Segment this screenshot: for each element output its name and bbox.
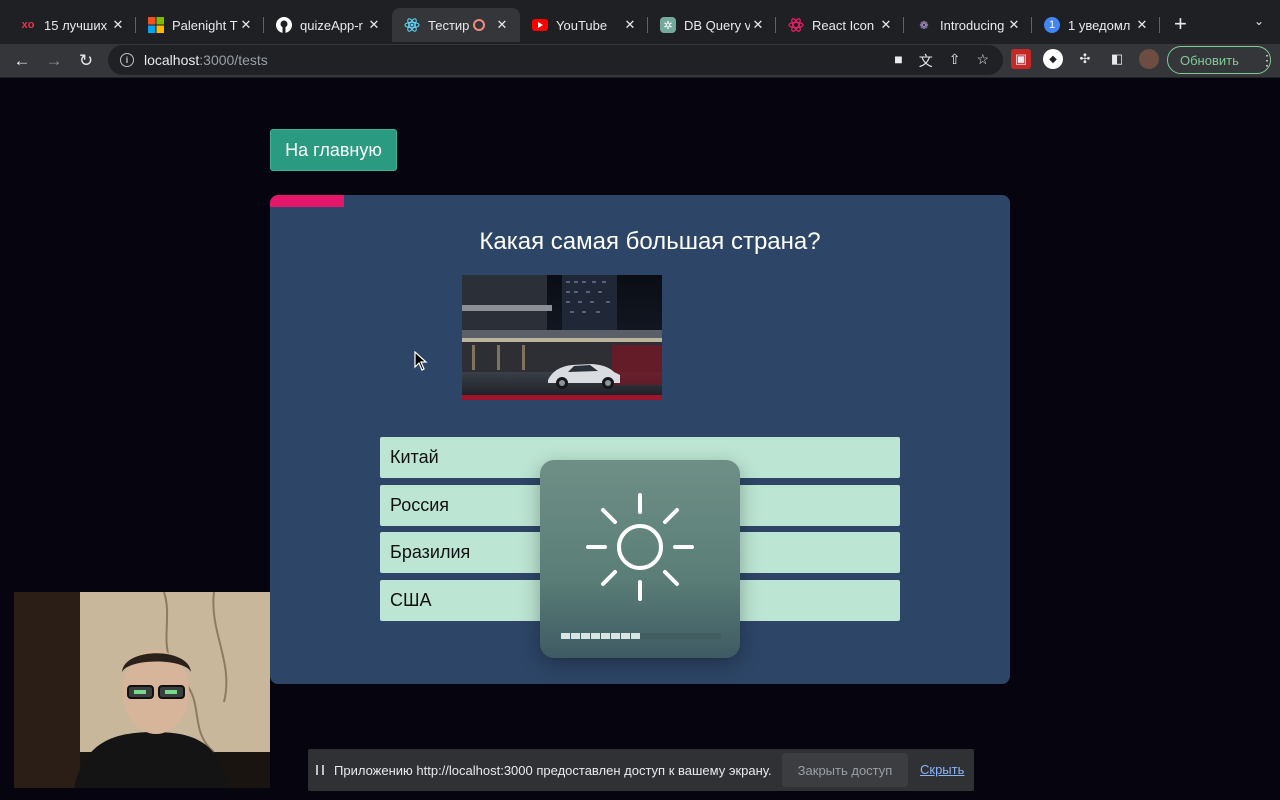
sidepanel-icon[interactable]: ◧: [1107, 49, 1127, 69]
question-image: [462, 275, 662, 400]
brightness-level-segment: [571, 633, 580, 639]
brightness-level-segment: [581, 633, 590, 639]
extension-red-icon[interactable]: ▣: [1011, 49, 1031, 69]
tab-title: DB Query v: [684, 17, 750, 33]
screen-share-message: Приложению http://localhost:3000 предост…: [334, 762, 772, 778]
brightness-level-segment: [561, 633, 570, 639]
chevron-down-icon[interactable]: ⌄: [1254, 14, 1264, 28]
browser-tab[interactable]: ✲ DB Query v ✕: [648, 8, 776, 42]
quiz-progress-fill: [270, 195, 344, 207]
hide-link[interactable]: Скрыть: [920, 762, 964, 777]
question-title: Какая самая большая страна?: [479, 228, 821, 255]
browser-toolbar: ← → ↻ i localhost:3000/tests ■ 文 ⇧ ☆ ▣ ◆…: [0, 44, 1280, 78]
avatar[interactable]: [1139, 49, 1159, 69]
microsoft-icon: [148, 17, 164, 33]
camera-icon[interactable]: ■: [894, 51, 902, 71]
close-icon[interactable]: ✕: [750, 17, 766, 33]
browser-tab[interactable]: xo 15 лучших ✕: [8, 8, 136, 42]
home-button[interactable]: На главную: [270, 129, 397, 171]
tab-title: YouTube: [556, 17, 608, 33]
browser-tab-strip: xo 15 лучших ✕ Palenight T ✕ quizeApp-r …: [0, 0, 1280, 44]
youtube-icon: [532, 17, 548, 33]
back-arrow-icon[interactable]: ←: [6, 46, 38, 76]
brightness-level-segment: [611, 633, 620, 639]
webcam-overlay: [14, 592, 270, 788]
recording-icon: [473, 19, 486, 31]
openai-icon: ❁: [919, 19, 929, 32]
brightness-level-bar: [561, 633, 721, 639]
close-icon[interactable]: ✕: [110, 17, 126, 33]
close-icon[interactable]: ✕: [622, 17, 638, 33]
close-icon[interactable]: ✕: [494, 17, 510, 33]
close-icon[interactable]: ✕: [366, 17, 382, 33]
chatgpt-icon: ✲: [660, 17, 676, 33]
react-icons-icon: [788, 17, 804, 33]
new-tab-icon[interactable]: +: [1174, 11, 1187, 37]
info-icon[interactable]: i: [120, 53, 134, 67]
forward-arrow-icon[interactable]: →: [38, 46, 70, 76]
brightness-overlay: [540, 460, 740, 658]
github-icon: [276, 17, 292, 33]
quiz-progress-bar: [270, 195, 1010, 207]
tab-title: Тестир: [428, 17, 470, 33]
brightness-level-segment: [621, 633, 630, 639]
brightness-level-segment: [591, 633, 600, 639]
notification-icon: 1: [1044, 17, 1060, 33]
star-icon[interactable]: ☆: [976, 51, 989, 71]
browser-tab-active[interactable]: Тестир ✕: [392, 8, 520, 42]
translate-icon[interactable]: 文: [919, 51, 933, 71]
url-host: localhost: [144, 52, 200, 68]
screen-share-bar: Приложению http://localhost:3000 предост…: [308, 749, 974, 791]
browser-tab[interactable]: 1 1 уведомл ✕: [1032, 8, 1160, 42]
tab-title: quizeApp-r: [300, 17, 363, 33]
close-icon[interactable]: ✕: [1006, 17, 1022, 33]
browser-tab[interactable]: YouTube ✕: [520, 8, 648, 42]
tab-title: React Icon: [812, 17, 875, 33]
close-icon[interactable]: ✕: [1134, 17, 1150, 33]
close-icon[interactable]: ✕: [878, 17, 894, 33]
extension-dark-icon[interactable]: ◆: [1043, 49, 1063, 69]
reload-icon[interactable]: ↻: [70, 46, 102, 76]
brightness-icon: [586, 493, 694, 601]
share-icon[interactable]: ⇧: [949, 51, 961, 71]
more-menu-icon[interactable]: ⋮: [1260, 52, 1274, 69]
puzzle-icon[interactable]: ✣: [1075, 49, 1095, 69]
tab-title: 1 уведомл: [1068, 17, 1131, 33]
update-button[interactable]: Обновить ⋮: [1167, 46, 1274, 74]
stop-sharing-button[interactable]: Закрыть доступ: [782, 753, 908, 787]
browser-tab[interactable]: ❁ Introducing ✕: [904, 8, 1032, 42]
brightness-level-segment: [631, 633, 640, 639]
browser-tab[interactable]: React Icon ✕: [776, 8, 904, 42]
tab-title: Palenight T: [172, 17, 238, 33]
tab-title: 15 лучших: [44, 17, 108, 33]
close-icon[interactable]: ✕: [238, 17, 254, 33]
update-button-label: Обновить: [1180, 52, 1239, 68]
browser-tab[interactable]: Palenight T ✕: [136, 8, 264, 42]
browser-tab[interactable]: quizeApp-r ✕: [264, 8, 392, 42]
pause-icon: [316, 765, 324, 775]
xo-icon: xo: [21, 19, 35, 31]
address-bar[interactable]: i localhost:3000/tests ■ 文 ⇧ ☆: [108, 45, 1003, 75]
tab-title: Introducing: [940, 17, 1005, 33]
react-icon: [404, 17, 420, 33]
brightness-level-segment: [601, 633, 610, 639]
url-path: :3000/tests: [199, 52, 268, 68]
mouse-cursor-icon: [414, 351, 428, 371]
